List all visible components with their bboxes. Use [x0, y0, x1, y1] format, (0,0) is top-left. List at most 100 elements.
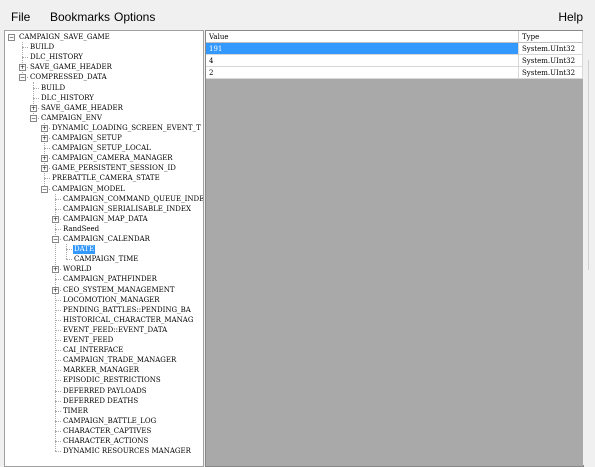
tree-branch-line	[55, 451, 61, 453]
tree-node[interactable]: DYNAMIC RESOURCES MANAGER	[62, 447, 192, 456]
tree-node-selected[interactable]: DATE	[73, 245, 96, 255]
tree-node[interactable]: DYNAMIC_LOADING_SCREEN_EVENT_T	[51, 124, 202, 133]
tree-node[interactable]: CAMPAIGN_SETUP_LOCAL	[51, 144, 152, 153]
tree-node[interactable]: CHARACTER_CAPTIVES	[62, 427, 152, 436]
tree-branch-line	[55, 350, 61, 352]
tree-node[interactable]: MARKER_MANAGER	[62, 366, 140, 375]
tree-node[interactable]: CAMPAIGN_CALENDAR	[62, 235, 151, 244]
grid-header: Value Type	[206, 31, 583, 43]
tree-node[interactable]: LOCOMOTION_MANAGER	[62, 296, 161, 305]
menu-bookmarks[interactable]: Bookmarks	[50, 10, 110, 24]
tree-node[interactable]: CEO_SYSTEM_MANAGEMENT	[62, 286, 176, 295]
tree-node[interactable]: CAMPAIGN_TRADE_MANAGER	[62, 356, 177, 365]
tree-connector-line	[66, 244, 67, 260]
tree-node[interactable]: PENDING_BATTLES::PENDING_BA	[62, 306, 192, 315]
window-scrollbar[interactable]	[583, 30, 595, 465]
tree-node[interactable]: WORLD	[62, 265, 92, 274]
tree-branch-line	[55, 370, 61, 372]
tree-branch-line	[55, 400, 61, 402]
tree-branch-line	[55, 380, 61, 382]
plus-box-icon[interactable]: +	[41, 135, 48, 142]
menu-file[interactable]: File	[11, 10, 30, 24]
tree-branch-line	[55, 420, 61, 422]
tree-branch-line	[55, 198, 61, 200]
tree-branch-line	[55, 360, 61, 362]
plus-box-icon[interactable]: +	[41, 165, 48, 173]
tree-branch-line	[22, 47, 28, 49]
tree-node[interactable]: DLC_HISTORY	[40, 94, 95, 103]
tree-node[interactable]: CAMPAIGN_BATTLE_LOG	[62, 417, 157, 426]
menu-help[interactable]: Help	[558, 10, 583, 24]
table-row[interactable]: 2 System.UInt32	[206, 67, 583, 79]
tree-node[interactable]: EVENT_FEED	[62, 336, 114, 345]
tree-connector-line	[55, 193, 56, 452]
tree-branch-line	[44, 178, 50, 180]
tree-node[interactable]: CAMPAIGN_SAVE_GAME	[18, 33, 111, 42]
tree-node[interactable]: CAMPAIGN_PATHFINDER	[62, 275, 158, 284]
tree-node[interactable]: PREBATTLE_CAMERA_STATE	[51, 174, 161, 183]
tree-branch-line	[55, 441, 61, 442]
tree-node[interactable]: CHARACTER_ACTIONS	[62, 437, 149, 446]
tree-branch-line	[66, 249, 72, 251]
minus-box-icon[interactable]: −	[52, 236, 59, 243]
tree-node[interactable]: CAI_INTERFACE	[62, 346, 124, 355]
minus-box-icon[interactable]: −	[41, 185, 48, 193]
type-cell: System.UInt32	[519, 67, 583, 79]
plus-box-icon[interactable]: +	[52, 215, 59, 223]
tree-branch-line	[33, 87, 39, 89]
menu-bar: File Bookmarks Options Help	[0, 0, 595, 30]
column-header-type[interactable]: Type	[519, 31, 583, 43]
value-grid[interactable]: Value Type 191 System.UInt32 4 System.UInt3…	[205, 30, 584, 467]
table-row[interactable]: 4 System.UInt32	[206, 55, 583, 67]
tree-branch-line	[55, 329, 61, 331]
tree-node[interactable]: DEFERRED DEATHS	[62, 397, 139, 406]
tree-node[interactable]: DLC_HISTORY	[29, 53, 84, 62]
tree-branch-line	[55, 279, 61, 281]
save-tree-view[interactable]: − CAMPAIGN_SAVE_GAME BUILD DLC_HISTORY + SAVE…	[4, 30, 204, 467]
tree-branch-line	[55, 430, 61, 432]
plus-box-icon[interactable]: +	[52, 266, 59, 274]
tree-branch-line	[55, 208, 61, 210]
value-cell[interactable]: 4	[206, 55, 519, 67]
table-row[interactable]: 191 System.UInt32	[206, 43, 583, 55]
tree-node[interactable]: BUILD	[29, 43, 55, 52]
tree-node[interactable]: CAMPAIGN_MODEL	[51, 185, 126, 194]
tree-node[interactable]: COMPRESSED_DATA	[29, 73, 108, 82]
tree-node[interactable]: RandSeed	[62, 225, 100, 234]
plus-box-icon[interactable]: +	[52, 286, 59, 294]
plus-box-icon[interactable]: +	[19, 64, 26, 72]
minus-box-icon[interactable]: −	[19, 74, 26, 82]
tree-node[interactable]: CAMPAIGN_MAP_DATA	[62, 215, 149, 224]
tree-branch-line	[55, 410, 61, 412]
tree-branch-line	[66, 259, 72, 261]
tree-node[interactable]: HISTORICAL_CHARACTER_MANAG	[62, 316, 194, 325]
tree-node[interactable]: CAMPAIGN_CAMERA_MANAGER	[51, 154, 174, 163]
value-cell[interactable]: 191	[206, 43, 519, 55]
minus-box-icon[interactable]: −	[30, 114, 37, 122]
tree-node[interactable]: CAMPAIGN_SERIALISABLE_INDEX	[62, 205, 192, 214]
plus-box-icon[interactable]: +	[41, 124, 48, 132]
tree-node[interactable]: TIMER	[62, 407, 89, 416]
tree-node[interactable]: CAMPAIGN_SETUP	[51, 134, 123, 143]
tree-node[interactable]: DEFERRED PAYLOADS	[62, 387, 148, 396]
tree-node[interactable]: SAVE_GAME_HEADER	[29, 63, 113, 72]
tree-node[interactable]: CAMPAIGN_ENV	[40, 114, 103, 123]
tree-node[interactable]: EPISODIC_RESTRICTIONS	[62, 376, 162, 385]
plus-box-icon[interactable]: +	[41, 155, 48, 163]
tree-branch-line	[55, 309, 61, 311]
minus-box-icon[interactable]: −	[8, 34, 15, 41]
column-header-value[interactable]: Value	[206, 31, 519, 43]
value-cell[interactable]: 2	[206, 67, 519, 79]
tree-node[interactable]: CAMPAIGN_TIME	[73, 255, 139, 264]
tree-branch-line	[55, 390, 61, 392]
tree-node[interactable]: SAVE_GAME_HEADER	[40, 104, 124, 113]
type-cell: System.UInt32	[519, 55, 583, 67]
plus-box-icon[interactable]: +	[30, 104, 37, 112]
tree-branch-line	[55, 319, 61, 321]
tree-node[interactable]: EVENT_FEED::EVENT_DATA	[62, 326, 168, 335]
menu-options[interactable]: Options	[114, 10, 155, 24]
tree-node[interactable]: GAME_PERSISTENT_SESSION_ID	[51, 164, 177, 173]
tree-node[interactable]: BUILD	[40, 84, 66, 93]
tree-node[interactable]: CAMPAIGN_COMMAND_QUEUE_INDE	[62, 195, 203, 204]
tree-branch-line	[55, 340, 61, 341]
